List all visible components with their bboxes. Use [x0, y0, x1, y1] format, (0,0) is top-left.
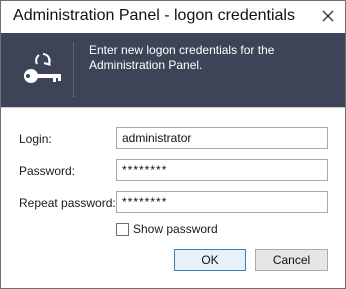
show-password-checkbox[interactable]: [116, 222, 129, 236]
header-divider: [1, 107, 345, 108]
repeat-password-input[interactable]: [116, 191, 328, 213]
login-label: Login:: [19, 132, 52, 146]
header-banner: Enter new logon credentials for the Admi…: [1, 33, 345, 107]
password-input[interactable]: [116, 159, 328, 181]
ok-button[interactable]: OK: [174, 249, 246, 271]
cancel-button[interactable]: Cancel: [255, 249, 328, 271]
window-title: Administration Panel - logon credentials: [13, 7, 295, 24]
close-icon: [322, 10, 334, 22]
key-refresh-icon: [24, 53, 61, 83]
login-input[interactable]: [116, 127, 328, 149]
banner-message: Enter new logon credentials for the Admi…: [89, 43, 275, 72]
show-password-option[interactable]: Show password: [116, 222, 218, 236]
show-password-label: Show password: [133, 222, 218, 236]
title-bar[interactable]: Administration Panel - logon credentials: [1, 1, 345, 33]
credentials-dialog: Administration Panel - logon credentials…: [0, 0, 346, 289]
password-label: Password:: [19, 164, 76, 178]
banner-separator: [73, 43, 74, 97]
close-button[interactable]: [317, 6, 339, 26]
repeat-password-label: Repeat password:: [19, 196, 116, 210]
